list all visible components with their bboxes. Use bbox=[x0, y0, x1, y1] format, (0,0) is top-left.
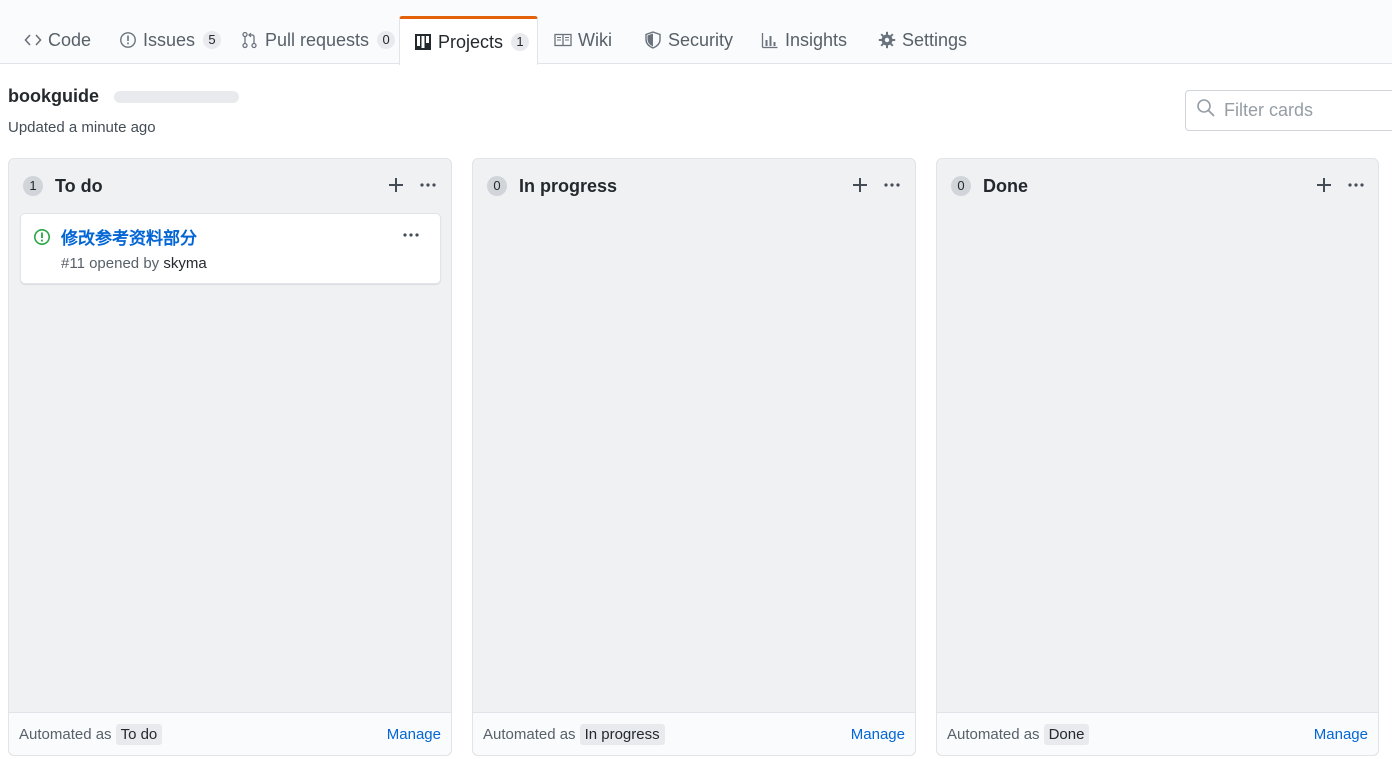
automated-label: Automated as bbox=[947, 725, 1040, 743]
card-menu-button[interactable] bbox=[400, 224, 422, 246]
tab-settings[interactable]: Settings bbox=[864, 16, 981, 64]
manage-automation-link[interactable]: Manage bbox=[851, 726, 905, 743]
manage-automation-link[interactable]: Manage bbox=[1314, 726, 1368, 743]
issue-card[interactable]: 修改参考资料部分 #11 opened by skyma bbox=[20, 213, 441, 284]
add-card-button[interactable] bbox=[385, 174, 407, 196]
automated-label: Automated as bbox=[19, 725, 112, 743]
tab-label: Insights bbox=[785, 29, 848, 50]
column-header: 0 Done bbox=[937, 159, 1378, 213]
column-footer: Automated as To do Manage bbox=[9, 712, 451, 755]
plus-icon bbox=[853, 178, 867, 192]
automation-preset: In progress bbox=[579, 723, 665, 745]
tab-code[interactable]: Code bbox=[10, 16, 105, 64]
opened-by-text: opened by bbox=[89, 255, 160, 272]
repo-tabnav: Code Issues 5 Pull requests 0 Projects 1… bbox=[0, 0, 1392, 65]
tab-projects[interactable]: Projects 1 bbox=[399, 16, 538, 65]
tab-label: Code bbox=[48, 29, 92, 50]
issue-author[interactable]: skyma bbox=[163, 255, 206, 272]
filter-cards-box[interactable] bbox=[1185, 90, 1392, 131]
add-card-button[interactable] bbox=[1313, 174, 1335, 196]
tab-pull-requests[interactable]: Pull requests 0 bbox=[227, 16, 409, 64]
kebab-horizontal-icon bbox=[1348, 183, 1364, 187]
projects-counter: 1 bbox=[511, 33, 530, 51]
search-icon bbox=[1196, 98, 1216, 123]
tab-issues[interactable]: Issues 5 bbox=[105, 16, 235, 64]
tab-label: Security bbox=[668, 29, 734, 50]
kebab-horizontal-icon bbox=[403, 233, 419, 237]
issue-card-title[interactable]: 修改参考资料部分 bbox=[61, 224, 197, 249]
automated-label: Automated as bbox=[483, 725, 576, 743]
plus-icon bbox=[1317, 178, 1331, 192]
tab-label: Issues bbox=[143, 29, 196, 50]
plus-icon bbox=[389, 178, 403, 192]
column-name: Done bbox=[983, 175, 1028, 196]
issue-number[interactable]: #11 bbox=[61, 255, 85, 272]
column-name: In progress bbox=[519, 175, 618, 196]
issues-counter: 5 bbox=[203, 31, 222, 49]
project-title: bookguide bbox=[8, 86, 99, 106]
column-card-count: 1 bbox=[23, 176, 43, 196]
column-menu-button[interactable] bbox=[417, 174, 439, 196]
issue-opened-icon bbox=[119, 31, 137, 49]
column-card-count: 0 bbox=[951, 176, 971, 196]
tab-label: Pull requests bbox=[265, 29, 370, 50]
tab-label: Settings bbox=[902, 29, 968, 50]
automation-preset: Done bbox=[1043, 723, 1090, 745]
manage-automation-link[interactable]: Manage bbox=[387, 726, 441, 743]
add-card-button[interactable] bbox=[849, 174, 871, 196]
kebab-horizontal-icon bbox=[884, 183, 900, 187]
tab-security[interactable]: Security bbox=[630, 16, 747, 64]
project-updated-time: Updated a minute ago bbox=[8, 119, 156, 136]
column-done: 0 Done Automated as Done Manage bbox=[936, 158, 1379, 756]
tab-label: Wiki bbox=[578, 29, 612, 50]
filter-cards-input[interactable] bbox=[1224, 100, 1392, 121]
column-menu-button[interactable] bbox=[881, 174, 903, 196]
column-footer: Automated as In progress Manage bbox=[473, 712, 915, 755]
column-card-count: 0 bbox=[487, 176, 507, 196]
book-icon bbox=[554, 31, 572, 49]
column-in-progress: 0 In progress Automated as In progress M… bbox=[472, 158, 916, 756]
graph-icon bbox=[761, 31, 779, 49]
shield-icon bbox=[644, 31, 662, 49]
automation-preset: To do bbox=[115, 723, 163, 745]
project-description-placeholder bbox=[114, 91, 239, 103]
column-name: To do bbox=[55, 175, 103, 196]
gear-icon bbox=[878, 31, 896, 49]
column-to-do: 1 To do 修改参考资料部分 #11 opened by skyma Aut… bbox=[8, 158, 452, 756]
issue-opened-icon bbox=[33, 228, 51, 246]
column-menu-button[interactable] bbox=[1345, 174, 1367, 196]
tab-insights[interactable]: Insights bbox=[747, 16, 861, 64]
issue-card-meta: #11 opened by skyma bbox=[61, 255, 207, 272]
kebab-horizontal-icon bbox=[420, 183, 436, 187]
tab-wiki[interactable]: Wiki bbox=[540, 16, 626, 64]
project-icon bbox=[414, 33, 432, 51]
code-icon bbox=[24, 31, 42, 49]
pull-requests-counter: 0 bbox=[377, 31, 396, 49]
git-pull-request-icon bbox=[241, 31, 259, 49]
tab-label: Projects bbox=[438, 31, 504, 52]
column-footer: Automated as Done Manage bbox=[937, 712, 1378, 755]
